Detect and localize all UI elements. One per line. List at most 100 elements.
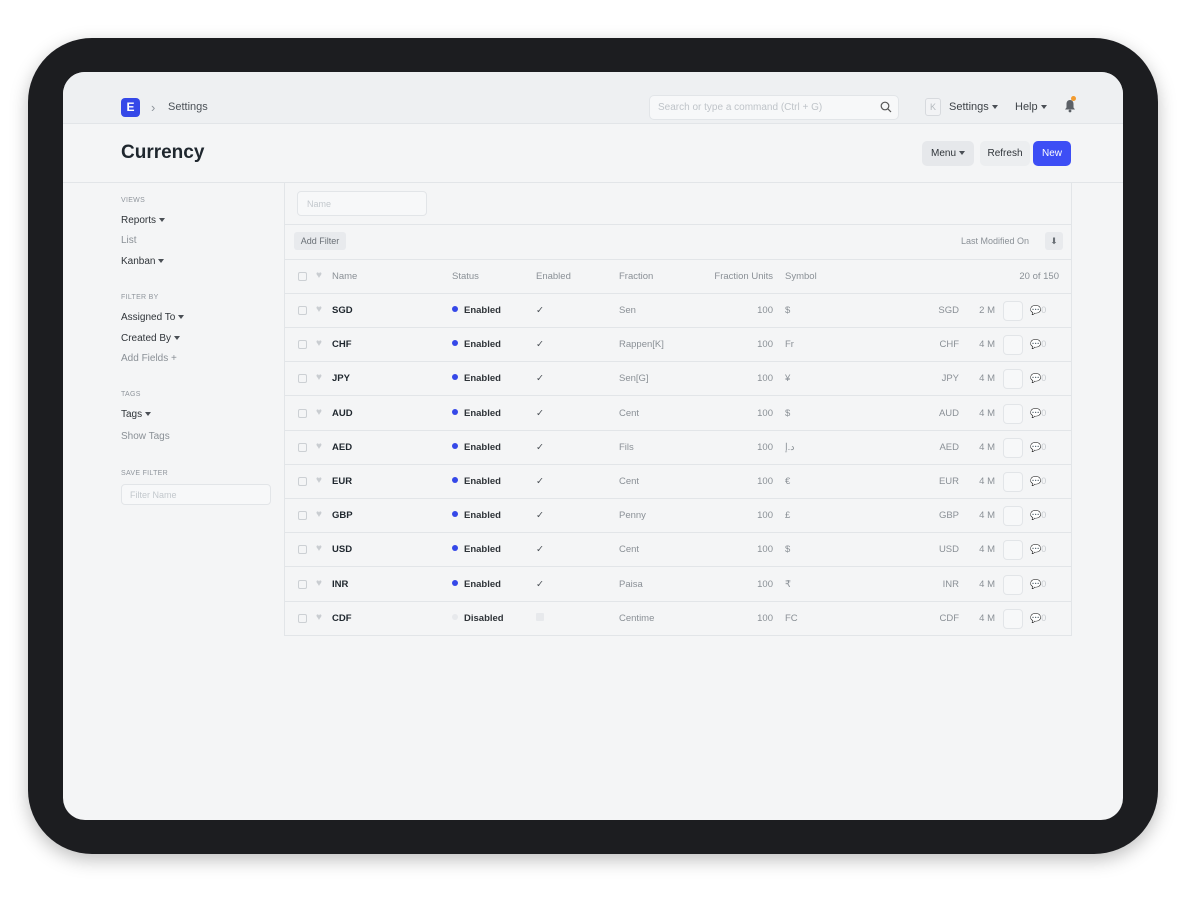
sidebar-item-assigned-to[interactable]: Assigned To bbox=[121, 312, 185, 323]
symbol-value: د.إ bbox=[785, 441, 795, 453]
row-checkbox[interactable] bbox=[298, 545, 307, 555]
comment-count[interactable]: 💬0 bbox=[1030, 544, 1046, 555]
comment-count[interactable]: 💬0 bbox=[1030, 579, 1046, 590]
currency-name[interactable]: EUR bbox=[332, 476, 352, 487]
owner-avatar[interactable] bbox=[1003, 335, 1023, 356]
heart-icon[interactable]: ♥ bbox=[316, 543, 322, 554]
row-checkbox[interactable] bbox=[298, 477, 307, 486]
column-header-symbol[interactable]: Symbol bbox=[785, 271, 817, 282]
table-row[interactable]: ♥ INR Enabled ✓ Paisa 100 ₹ INR 4 M 💬0 bbox=[285, 568, 1071, 602]
owner-avatar[interactable] bbox=[1003, 437, 1023, 458]
owner-avatar[interactable] bbox=[1003, 369, 1023, 390]
currency-name[interactable]: AUD bbox=[332, 408, 353, 419]
currency-name[interactable]: JPY bbox=[332, 373, 350, 384]
sort-order-icon[interactable]: ⬇ bbox=[1045, 232, 1063, 250]
sidebar-item-list[interactable]: List bbox=[121, 235, 137, 246]
show-tags-link[interactable]: Show Tags bbox=[121, 431, 170, 442]
row-checkbox[interactable] bbox=[298, 340, 307, 350]
comment-count[interactable]: 💬0 bbox=[1030, 408, 1046, 419]
comment-count[interactable]: 💬0 bbox=[1030, 373, 1046, 384]
heart-icon[interactable]: ♥ bbox=[316, 509, 322, 520]
comment-count[interactable]: 💬0 bbox=[1030, 476, 1046, 487]
heart-icon[interactable]: ♥ bbox=[316, 475, 322, 486]
refresh-button[interactable]: Refresh bbox=[980, 141, 1030, 166]
owner-avatar[interactable] bbox=[1003, 540, 1023, 561]
owner-avatar[interactable] bbox=[1003, 301, 1023, 321]
currency-name[interactable]: AED bbox=[332, 442, 352, 453]
search-bar[interactable] bbox=[649, 95, 899, 120]
row-checkbox[interactable] bbox=[298, 374, 307, 384]
add-filter-button[interactable]: Add Filter bbox=[294, 232, 346, 250]
owner-avatar[interactable] bbox=[1003, 506, 1023, 527]
currency-code: INR bbox=[942, 578, 959, 590]
sidebar-item-reports[interactable]: Reports bbox=[121, 215, 166, 226]
filter-name-input[interactable] bbox=[121, 484, 271, 505]
help-dropdown[interactable]: Help bbox=[1015, 98, 1047, 117]
table-row[interactable]: ♥ CDF Disabled Centime 100 FC CDF 4 M 💬0 bbox=[285, 602, 1071, 636]
comment-count[interactable]: 💬0 bbox=[1030, 305, 1046, 316]
bell-icon[interactable] bbox=[1064, 99, 1076, 113]
currency-name[interactable]: SGD bbox=[332, 305, 353, 316]
sidebar-item-tags[interactable]: Tags bbox=[121, 409, 152, 420]
currency-name[interactable]: CHF bbox=[332, 339, 352, 350]
user-avatar[interactable]: K bbox=[925, 98, 941, 116]
app-logo[interactable]: E bbox=[121, 98, 140, 117]
select-all-checkbox[interactable] bbox=[298, 272, 307, 281]
row-checkbox[interactable] bbox=[298, 579, 307, 589]
heart-icon[interactable]: ♥ bbox=[316, 612, 322, 623]
status-indicator: Enabled bbox=[452, 476, 501, 487]
heart-icon[interactable]: ♥ bbox=[316, 304, 322, 315]
heart-icon[interactable]: ♥ bbox=[316, 372, 322, 383]
comment-count[interactable]: 💬0 bbox=[1030, 510, 1046, 521]
symbol-value: € bbox=[785, 476, 791, 487]
new-button[interactable]: New bbox=[1033, 141, 1071, 166]
row-checkbox[interactable] bbox=[298, 511, 307, 521]
currency-name[interactable]: INR bbox=[332, 579, 348, 590]
search-icon[interactable] bbox=[880, 101, 892, 113]
heart-icon[interactable]: ♥ bbox=[316, 270, 322, 281]
add-fields-button[interactable]: Add Fields + bbox=[121, 353, 177, 364]
owner-avatar[interactable] bbox=[1003, 403, 1023, 424]
table-row[interactable]: ♥ GBP Enabled ✓ Penny 100 £ GBP 4 M 💬0 bbox=[285, 499, 1071, 534]
owner-avatar[interactable] bbox=[1003, 472, 1023, 492]
heart-icon[interactable]: ♥ bbox=[316, 578, 322, 589]
table-row[interactable]: ♥ SGD Enabled ✓ Sen 100 $ SGD 2 M 💬0 bbox=[285, 294, 1071, 328]
heart-icon[interactable]: ♥ bbox=[316, 338, 322, 349]
comment-count[interactable]: 💬0 bbox=[1030, 613, 1046, 624]
table-row[interactable]: ♥ CHF Enabled ✓ Rappen[K] 100 Fr CHF 4 M 💬0 bbox=[285, 328, 1071, 363]
sort-selector[interactable]: Last Modified On bbox=[961, 236, 1029, 246]
owner-avatar[interactable] bbox=[1003, 608, 1023, 629]
menu-button[interactable]: Menu bbox=[922, 141, 974, 166]
name-filter-input[interactable] bbox=[297, 191, 427, 216]
sidebar-item-created-by[interactable]: Created By bbox=[121, 333, 181, 344]
table-row[interactable]: ♥ AED Enabled ✓ Fils 100 د.إ AED 4 M 💬0 bbox=[285, 431, 1071, 465]
currency-name[interactable]: USD bbox=[332, 544, 352, 555]
heart-icon[interactable]: ♥ bbox=[316, 407, 322, 418]
column-header-enabled[interactable]: Enabled bbox=[536, 271, 571, 282]
heart-icon[interactable]: ♥ bbox=[316, 441, 322, 452]
currency-name[interactable]: CDF bbox=[332, 613, 352, 624]
caret-down-icon bbox=[959, 151, 965, 156]
currency-name[interactable]: GBP bbox=[332, 510, 353, 521]
table-row[interactable]: ♥ JPY Enabled ✓ Sen[G] 100 ¥ JPY 4 M 💬0 bbox=[285, 362, 1071, 397]
search-input[interactable] bbox=[650, 96, 870, 119]
table-row[interactable]: ♥ AUD Enabled ✓ Cent 100 $ AUD 4 M 💬0 bbox=[285, 397, 1071, 431]
column-header-name[interactable]: Name bbox=[332, 271, 357, 282]
row-checkbox[interactable] bbox=[298, 442, 307, 452]
column-header-fraction-units[interactable]: Fraction Units bbox=[714, 271, 773, 282]
column-header-fraction[interactable]: Fraction bbox=[619, 271, 653, 282]
modified-time: 4 M bbox=[979, 476, 995, 487]
comment-count[interactable]: 💬0 bbox=[1030, 339, 1046, 350]
check-icon: ✓ bbox=[536, 373, 544, 385]
row-checkbox[interactable] bbox=[298, 306, 307, 315]
table-row[interactable]: ♥ EUR Enabled ✓ Cent 100 € EUR 4 M 💬0 bbox=[285, 465, 1071, 499]
sidebar-item-kanban[interactable]: Kanban bbox=[121, 256, 165, 267]
column-header-status[interactable]: Status bbox=[452, 271, 479, 282]
settings-dropdown[interactable]: Settings bbox=[949, 98, 998, 117]
breadcrumb[interactable]: Settings bbox=[168, 98, 208, 117]
owner-avatar[interactable] bbox=[1003, 574, 1023, 595]
comment-count[interactable]: 💬0 bbox=[1030, 442, 1046, 453]
table-row[interactable]: ♥ USD Enabled ✓ Cent 100 $ USD 4 M 💬0 bbox=[285, 533, 1071, 568]
row-checkbox[interactable] bbox=[298, 408, 307, 418]
row-checkbox[interactable] bbox=[298, 613, 307, 623]
